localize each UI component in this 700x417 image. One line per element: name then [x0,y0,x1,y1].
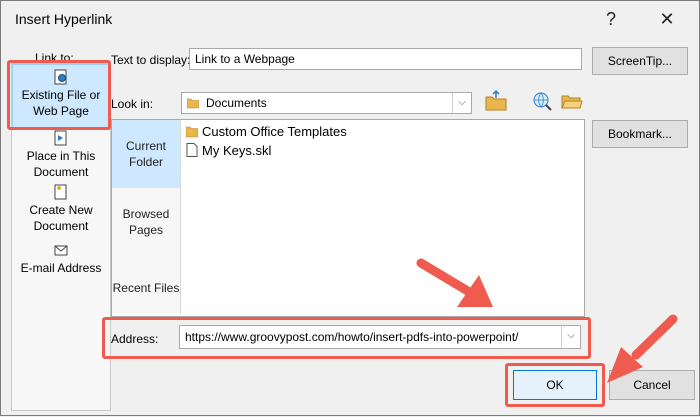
arrow-to-ok-button [607,314,678,383]
insert-hyperlink-dialog: Insert Hyperlink ? ✕ Link to: Existing F… [0,0,700,416]
arrow-to-address [416,258,493,307]
annotation-arrows [416,258,678,383]
